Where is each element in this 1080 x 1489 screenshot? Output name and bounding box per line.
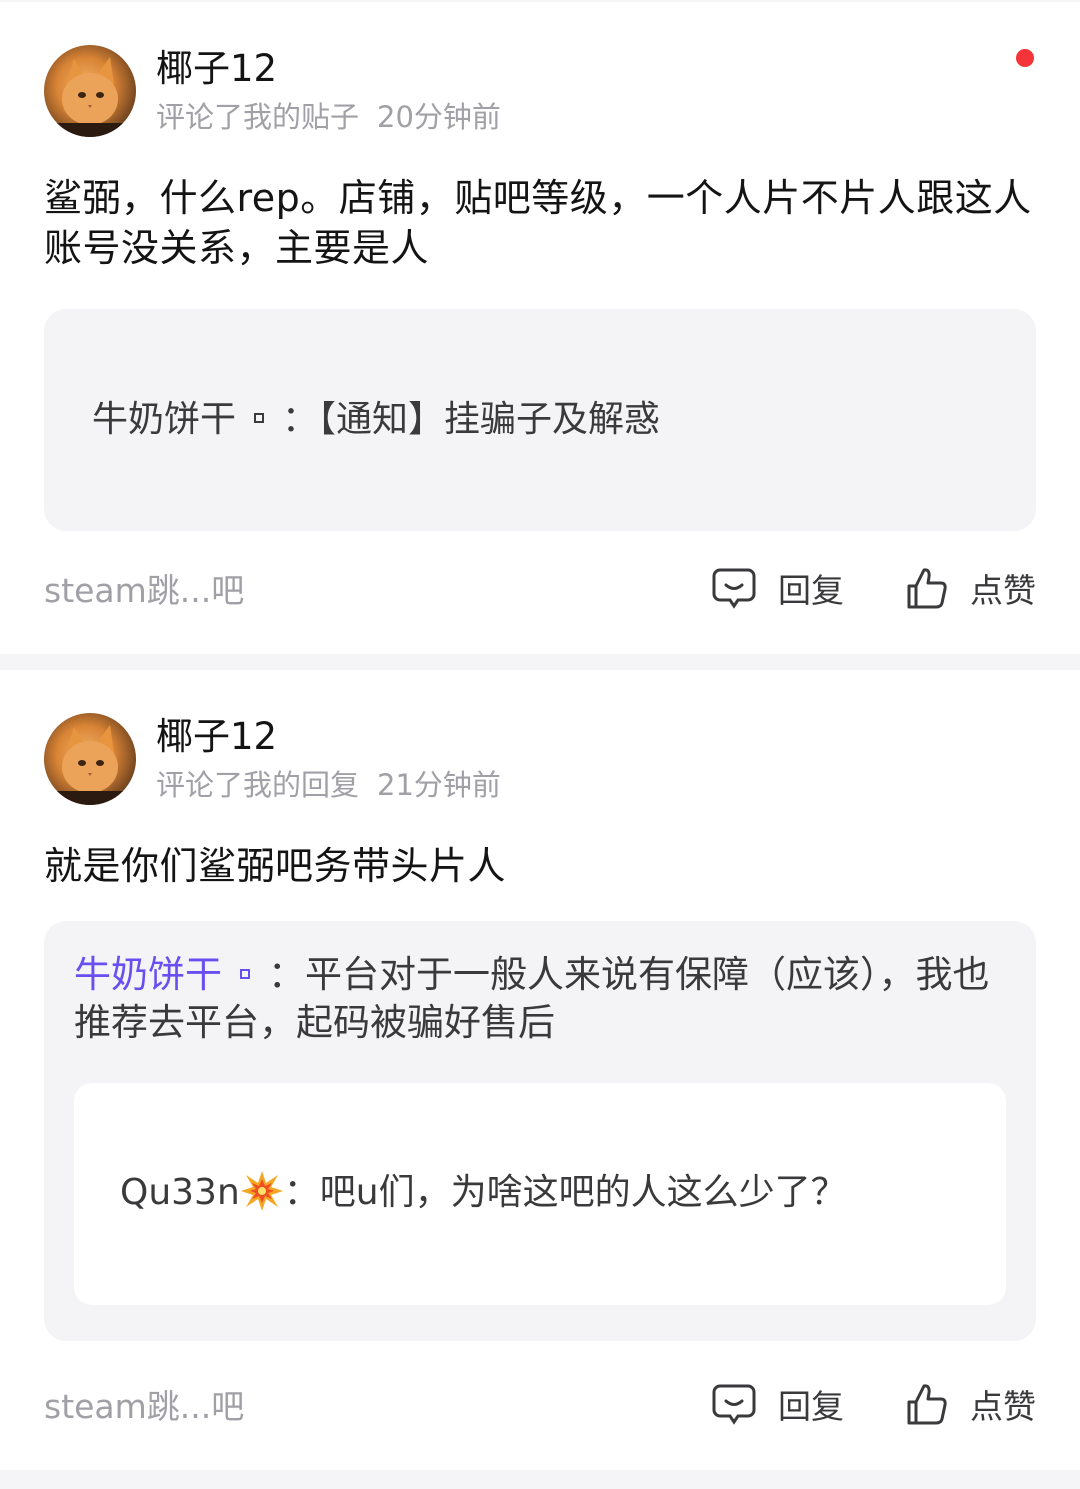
quoted-post-text: 牛奶饼干 ：【通知】挂骗子及解惑 bbox=[92, 396, 660, 444]
comment-content[interactable]: 鲨弼，什么rep。店铺，贴吧等级，一个人片不片人跟这人账号没关系，主要是人 bbox=[44, 173, 1036, 273]
notification-header: 椰子12 评论了我的回复 21分钟前 bbox=[44, 670, 1036, 805]
card-footer: steam跳...吧 回复 点赞 bbox=[44, 1380, 1036, 1428]
like-button[interactable]: 点赞 bbox=[906, 1380, 1036, 1428]
badge-square-icon bbox=[240, 968, 250, 979]
cat-avatar-icon bbox=[44, 57, 136, 137]
quoted-reply[interactable]: 牛奶饼干 ：平台对于一般人来说有保障（应该），我也推荐去平台，起码被骗好售后 Qu… bbox=[44, 921, 1036, 1341]
comment-content[interactable]: 就是你们鲨弼吧务带头片人 bbox=[44, 841, 1036, 891]
comment-bubble-icon bbox=[712, 568, 756, 609]
nested-quoted-post[interactable]: Qu33n ：吧u们，为啥这吧的人这么少了？ bbox=[74, 1083, 1006, 1305]
comment-bubble-icon bbox=[712, 1384, 756, 1425]
like-button[interactable]: 点赞 bbox=[906, 564, 1036, 612]
timestamp: 20分钟前 bbox=[377, 100, 501, 134]
thumbs-up-icon bbox=[907, 1384, 947, 1425]
quoted-reply-text: 牛奶饼干 ：平台对于一般人来说有保障（应该），我也推荐去平台，起码被骗好售后 bbox=[74, 951, 1006, 1047]
notification-subline: 评论了我的贴子 20分钟前 bbox=[156, 97, 501, 137]
cat-avatar-icon bbox=[44, 725, 136, 805]
unread-dot-icon bbox=[1016, 49, 1034, 67]
reply-label: 回复 bbox=[778, 571, 844, 610]
notification-card[interactable]: 椰子12 评论了我的贴子 20分钟前 鲨弼，什么rep。店铺，贴吧等级，一个人片不… bbox=[0, 2, 1080, 654]
badge-square-icon bbox=[254, 413, 265, 423]
quote-separator: ： bbox=[282, 399, 319, 440]
quote-separator: ： bbox=[268, 953, 305, 996]
action-text: 评论了我的贴子 bbox=[156, 100, 360, 134]
nested-quote-separator: ： bbox=[283, 1172, 320, 1213]
reply-button[interactable]: 回复 bbox=[712, 1380, 844, 1428]
reply-label: 回复 bbox=[778, 1387, 844, 1426]
forum-name[interactable]: steam跳...吧 bbox=[44, 1380, 712, 1428]
quoted-post[interactable]: 牛奶饼干 ：【通知】挂骗子及解惑 bbox=[44, 309, 1036, 531]
forum-name[interactable]: steam跳...吧 bbox=[44, 564, 712, 612]
nested-quote-author: Qu33n bbox=[120, 1172, 240, 1213]
quote-author[interactable]: 牛奶饼干 bbox=[74, 953, 268, 996]
action-text: 评论了我的回复 bbox=[156, 768, 360, 802]
reply-button[interactable]: 回复 bbox=[712, 564, 844, 612]
like-label: 点赞 bbox=[970, 571, 1036, 610]
avatar[interactable] bbox=[44, 713, 136, 805]
card-footer: steam跳...吧 回复 点赞 bbox=[44, 564, 1036, 612]
notification-subline: 评论了我的回复 21分钟前 bbox=[156, 765, 501, 805]
quote-author-name: 牛奶饼干 bbox=[74, 953, 222, 996]
username[interactable]: 椰子12 bbox=[156, 715, 501, 759]
quote-author: 牛奶饼干 bbox=[92, 399, 237, 440]
avatar[interactable] bbox=[44, 45, 136, 137]
like-label: 点赞 bbox=[970, 1387, 1036, 1426]
notification-header: 椰子12 评论了我的贴子 20分钟前 bbox=[44, 2, 1036, 137]
nested-quote-body: 吧u们，为啥这吧的人这么少了？ bbox=[319, 1172, 847, 1213]
timestamp: 21分钟前 bbox=[377, 768, 501, 802]
notification-card[interactable]: 椰子12 评论了我的回复 21分钟前 就是你们鲨弼吧务带头片人 牛奶饼干 ：平台对于… bbox=[0, 670, 1080, 1470]
username[interactable]: 椰子12 bbox=[156, 47, 501, 91]
nested-quote-text: Qu33n ：吧u们，为啥这吧的人这么少了？ bbox=[120, 1169, 847, 1219]
collision-emoji-icon bbox=[240, 1171, 283, 1211]
thumbs-up-icon bbox=[907, 568, 947, 609]
quote-body: 【通知】挂骗子及解惑 bbox=[318, 399, 661, 440]
